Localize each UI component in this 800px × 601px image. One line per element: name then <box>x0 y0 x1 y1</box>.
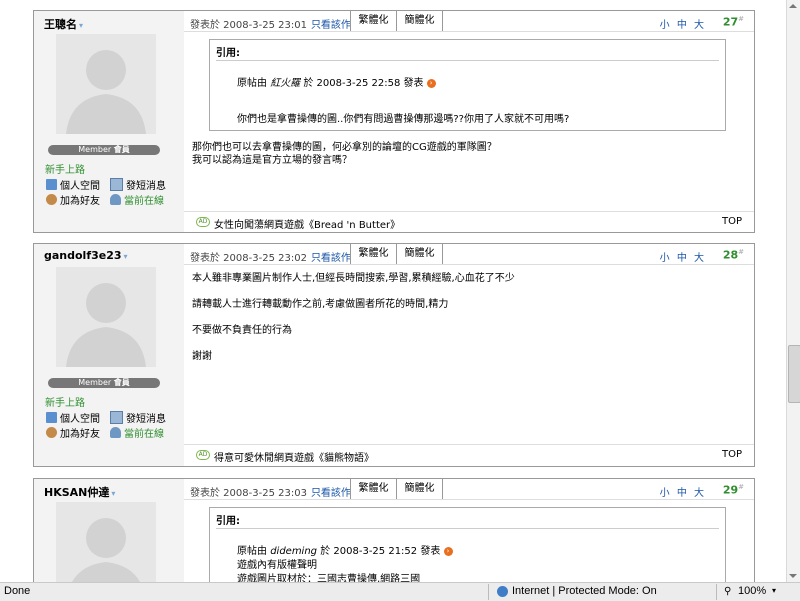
scroll-down-icon[interactable] <box>789 574 797 578</box>
online-status: 當前在線 <box>110 192 174 207</box>
quote-box: 引用: 原帖由 紅火羅 於 2008-3-25 22:58 發表 › 你們也是拿… <box>209 39 726 131</box>
post-body: 那你們也可以去拿曹操傳的圖，何必拿別的論壇的CG遊戲的軍隊圖？ 我可以認為這是官… <box>192 142 497 166</box>
quote-text-line-2: 遊戲圖片取材於：三國志曹操傳,網路三國 <box>237 574 421 582</box>
quote-label: 引用: <box>216 516 240 527</box>
mail-icon <box>110 178 123 191</box>
chevron-down-icon[interactable]: ▾ <box>79 21 83 30</box>
author-panel: HKSAN仲達 ▾ <box>34 479 184 582</box>
add-friend-icon <box>46 194 57 205</box>
user-level: 新手上路 <box>45 398 85 409</box>
post-header: 發表於 2008-3-25 23:02 只看該作者 繁體化 簡體化 小 中 大 2… <box>184 244 754 265</box>
user-icon <box>110 427 121 438</box>
quote-label: 引用: <box>216 48 240 59</box>
online-status: 當前在線 <box>110 425 174 440</box>
quote-text-line-1: 遊戲內有版權聲明 <box>237 560 317 571</box>
font-size-selector[interactable]: 小 中 大 <box>660 16 706 31</box>
rank-badge: Member 會員 <box>48 378 160 388</box>
ad-link[interactable]: 得意可愛休閒網頁遊戲《貓熊物語》 <box>214 449 374 464</box>
author-name[interactable]: 王聰名 ▾ <box>44 16 83 32</box>
traditional-button[interactable]: 繁體化 <box>350 11 397 31</box>
post-body: 本人雖非專業圖片制作人士,但經長時間搜索,學習,累積經驗,心血花了不少 請轉載人… <box>192 273 515 362</box>
traditional-button[interactable]: 繁體化 <box>350 479 397 499</box>
scroll-up-icon[interactable] <box>789 4 797 8</box>
floor-number[interactable]: 27# <box>723 15 744 29</box>
post-28: gandolf3e23 ▾ Member 會員 新手上路 個人空間 發短消息 加為… <box>33 243 755 467</box>
quote-divider <box>216 60 719 61</box>
font-size-selector[interactable]: 小 中 大 <box>660 484 706 499</box>
user-level: 新手上路 <box>45 165 85 176</box>
avatar <box>56 502 156 582</box>
quote-source: 原帖由 dideming 於 2008-3-25 21:52 發表 › <box>237 542 453 557</box>
floor-number[interactable]: 29# <box>723 483 744 497</box>
vertical-scrollbar[interactable] <box>786 0 800 582</box>
floor-number[interactable]: 28# <box>723 248 744 262</box>
top-link[interactable]: TOP <box>722 216 742 227</box>
send-pm-link[interactable]: 發短消息 <box>110 410 174 425</box>
post-29: HKSAN仲達 ▾ 發表於 2008-3-25 23:03 只看該作者 繁體化 簡體… <box>33 478 755 582</box>
traditional-button[interactable]: 繁體化 <box>350 244 397 264</box>
simplified-button[interactable]: 簡體化 <box>396 244 443 264</box>
status-text: Done <box>4 585 31 597</box>
author-name[interactable]: HKSAN仲達 ▾ <box>44 484 115 500</box>
post-time: 發表於 2008-3-25 23:02 只看該作者 <box>190 253 361 264</box>
send-pm-link[interactable]: 發短消息 <box>110 177 174 192</box>
add-friend-link[interactable]: 加為好友 <box>46 192 110 207</box>
post-footer: AD 得意可愛休閒網頁遊戲《貓熊物語》 TOP <box>184 444 754 465</box>
add-friend-icon <box>46 427 57 438</box>
chevron-down-icon[interactable]: ▾ <box>124 252 128 261</box>
default-avatar-icon <box>66 50 146 134</box>
security-zone[interactable]: Internet | Protected Mode: On <box>512 585 657 597</box>
post-27: 王聰名 ▾ Member 會員 新手上路 個人空間 發短消息 加為好友 當前在線 … <box>33 10 755 233</box>
chevron-down-icon[interactable]: ▾ <box>772 586 776 595</box>
quote-divider <box>216 528 719 529</box>
post-time: 發表於 2008-3-25 23:01 只看該作者 <box>190 20 361 31</box>
zoom-icon[interactable]: ⚲ <box>724 586 731 597</box>
home-icon <box>46 412 57 423</box>
default-avatar-icon <box>66 283 146 367</box>
ad-icon: AD <box>196 217 210 227</box>
mail-icon <box>110 411 123 424</box>
avatar <box>56 34 156 134</box>
post-header: 發表於 2008-3-25 23:01 只看該作者 繁體化 簡體化 小 中 大 2… <box>184 11 754 32</box>
browser-status-bar: Done Internet | Protected Mode: On ⚲ 100… <box>0 582 800 601</box>
author-panel: gandolf3e23 ▾ Member 會員 新手上路 個人空間 發短消息 加為… <box>34 244 184 466</box>
globe-icon <box>497 586 508 597</box>
chevron-down-icon[interactable]: ▾ <box>111 489 115 498</box>
default-avatar-icon <box>72 518 140 582</box>
ad-link[interactable]: 女性向闖蕩網頁遊戲《Bread 'n Butter》 <box>214 216 400 231</box>
status-separator <box>716 584 717 600</box>
simplified-button[interactable]: 簡體化 <box>396 11 443 31</box>
quote-box: 引用: 原帖由 dideming 於 2008-3-25 21:52 發表 › … <box>209 507 726 582</box>
top-link[interactable]: TOP <box>722 449 742 460</box>
font-size-selector[interactable]: 小 中 大 <box>660 249 706 264</box>
quote-text: 你們也是拿曹操傳的圖..你們有問過曹操傳那邊嗎??你用了人家就不可用嗎? <box>237 114 570 125</box>
space-link[interactable]: 個人空間 <box>46 177 110 192</box>
scrollbar-thumb[interactable] <box>788 345 800 403</box>
author-links: 個人空間 發短消息 加為好友 當前在線 <box>46 177 182 207</box>
home-icon <box>46 179 57 190</box>
author-name[interactable]: gandolf3e23 ▾ <box>44 249 128 262</box>
simplified-button[interactable]: 簡體化 <box>396 479 443 499</box>
quote-source: 原帖由 紅火羅 於 2008-3-25 22:58 發表 › <box>237 74 436 89</box>
author-panel: 王聰名 ▾ Member 會員 新手上路 個人空間 發短消息 加為好友 當前在線 <box>34 11 184 232</box>
rank-badge: Member 會員 <box>48 145 160 155</box>
author-links: 個人空間 發短消息 加為好友 當前在線 <box>46 410 182 440</box>
ad-icon: AD <box>196 450 210 460</box>
add-friend-link[interactable]: 加為好友 <box>46 425 110 440</box>
user-icon <box>110 194 121 205</box>
zoom-level[interactable]: 100% <box>738 585 766 597</box>
status-separator <box>488 584 489 600</box>
space-link[interactable]: 個人空間 <box>46 410 110 425</box>
avatar <box>56 267 156 367</box>
goto-post-icon[interactable]: › <box>426 78 436 88</box>
goto-post-icon[interactable]: › <box>443 546 453 556</box>
post-footer: AD 女性向闖蕩網頁遊戲《Bread 'n Butter》 TOP <box>184 211 754 232</box>
page-viewport: 王聰名 ▾ Member 會員 新手上路 個人空間 發短消息 加為好友 當前在線 … <box>0 0 786 582</box>
post-header: 發表於 2008-3-25 23:03 只看該作者 繁體化 簡體化 小 中 大 2… <box>184 479 754 500</box>
post-time: 發表於 2008-3-25 23:03 只看該作者 <box>190 488 361 499</box>
